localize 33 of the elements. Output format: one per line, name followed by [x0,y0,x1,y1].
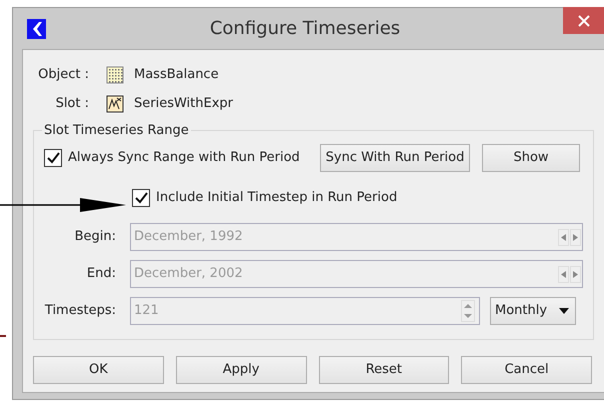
chart-icon [106,94,124,112]
interval-dropdown[interactable]: Monthly [490,297,576,325]
field-value: SeriesWithExpr [134,94,233,113]
field-label: Begin: [74,228,117,246]
dialog-button[interactable]: Reset [318,356,450,384]
scroll-right-icon [570,266,581,282]
checkbox[interactable] [132,189,150,207]
dialog-button[interactable]: Cancel [461,356,592,384]
app-logo-icon [27,18,46,38]
scroll-left-icon [558,266,569,282]
checkbox-label: Include Initial Timestep in Run Period [156,189,398,208]
field-label: Object : [37,66,89,84]
close-icon [578,14,590,26]
field-value: December, 1992 [134,228,244,246]
field-label: Slot : [54,94,89,113]
dialog-button[interactable]: Apply [176,356,306,384]
caret-icon [559,308,569,314]
close-button[interactable] [563,7,604,34]
spinner-icon [461,300,475,322]
field-value: 121 [134,302,160,320]
window-title: Configure Timeseries [208,17,402,41]
scroll-right-icon [570,228,581,246]
checkbox-label: Always Sync Range with Run Period [68,149,301,168]
field-label: Timesteps: [44,302,117,320]
dialog-button[interactable]: OK [33,356,164,384]
sync-button[interactable]: Sync With Run Period [320,144,470,172]
field-label: End: [86,265,117,284]
checkbox[interactable] [44,149,62,167]
field-value: MassBalance [134,66,219,84]
scroll-left-icon [558,228,569,246]
grid-icon [106,66,124,84]
field-value: December, 2002 [134,265,244,284]
show-button[interactable]: Show [482,144,580,172]
